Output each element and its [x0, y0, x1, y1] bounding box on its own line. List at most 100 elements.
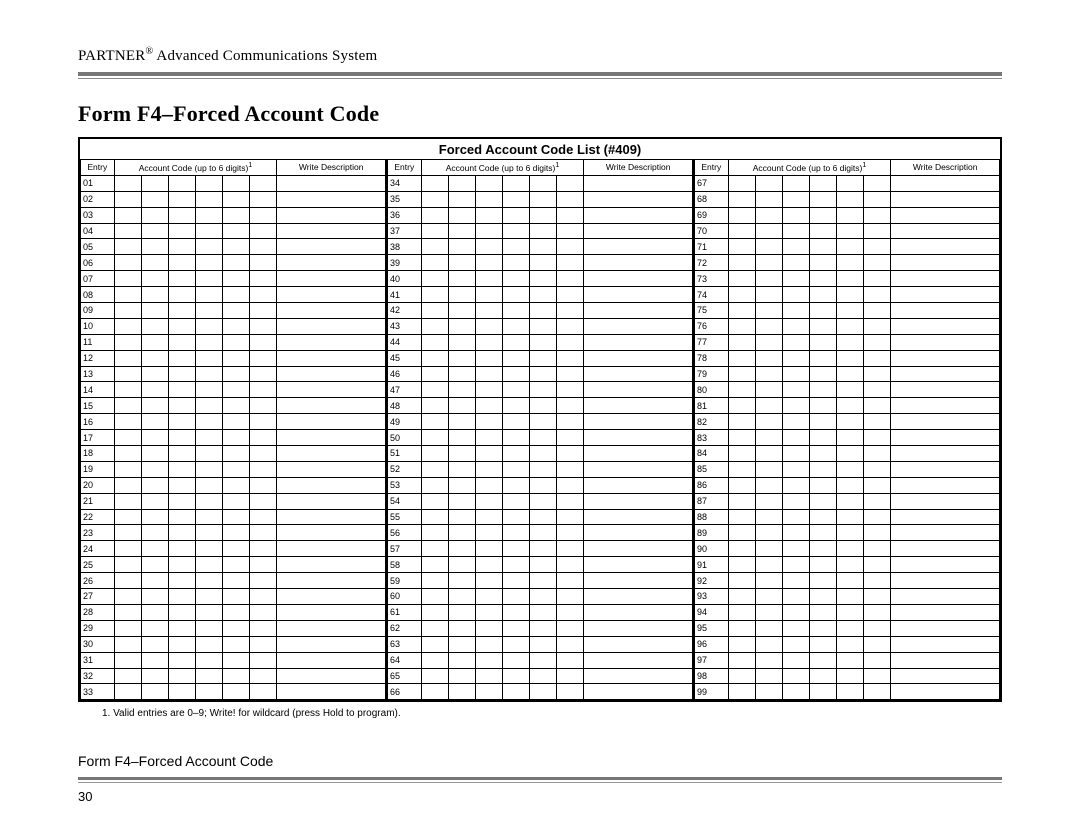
code-digit-cell[interactable]	[502, 366, 529, 382]
code-digit-cell[interactable]	[448, 255, 475, 271]
description-cell[interactable]	[584, 477, 693, 493]
code-digit-cell[interactable]	[837, 684, 864, 700]
code-digit-cell[interactable]	[448, 636, 475, 652]
code-digit-cell[interactable]	[557, 446, 584, 462]
description-cell[interactable]	[277, 318, 386, 334]
code-digit-cell[interactable]	[475, 509, 502, 525]
code-digit-cell[interactable]	[728, 557, 755, 573]
code-digit-cell[interactable]	[421, 175, 448, 191]
description-cell[interactable]	[891, 461, 1000, 477]
code-digit-cell[interactable]	[557, 652, 584, 668]
code-digit-cell[interactable]	[448, 620, 475, 636]
code-digit-cell[interactable]	[421, 684, 448, 700]
code-digit-cell[interactable]	[782, 271, 809, 287]
code-digit-cell[interactable]	[502, 191, 529, 207]
code-digit-cell[interactable]	[195, 303, 222, 319]
description-cell[interactable]	[277, 589, 386, 605]
code-digit-cell[interactable]	[530, 461, 557, 477]
code-digit-cell[interactable]	[864, 589, 891, 605]
code-digit-cell[interactable]	[530, 239, 557, 255]
code-digit-cell[interactable]	[755, 573, 782, 589]
description-cell[interactable]	[277, 271, 386, 287]
code-digit-cell[interactable]	[475, 303, 502, 319]
code-digit-cell[interactable]	[728, 541, 755, 557]
code-digit-cell[interactable]	[837, 541, 864, 557]
description-cell[interactable]	[891, 620, 1000, 636]
code-digit-cell[interactable]	[530, 287, 557, 303]
code-digit-cell[interactable]	[141, 557, 168, 573]
description-cell[interactable]	[584, 318, 693, 334]
code-digit-cell[interactable]	[782, 287, 809, 303]
code-digit-cell[interactable]	[755, 668, 782, 684]
code-digit-cell[interactable]	[114, 668, 141, 684]
description-cell[interactable]	[891, 573, 1000, 589]
description-cell[interactable]	[277, 636, 386, 652]
description-cell[interactable]	[584, 366, 693, 382]
code-digit-cell[interactable]	[421, 525, 448, 541]
code-digit-cell[interactable]	[864, 255, 891, 271]
code-digit-cell[interactable]	[114, 414, 141, 430]
description-cell[interactable]	[277, 461, 386, 477]
code-digit-cell[interactable]	[530, 398, 557, 414]
description-cell[interactable]	[584, 589, 693, 605]
description-cell[interactable]	[584, 255, 693, 271]
code-digit-cell[interactable]	[141, 446, 168, 462]
code-digit-cell[interactable]	[168, 318, 195, 334]
code-digit-cell[interactable]	[250, 509, 277, 525]
code-digit-cell[interactable]	[250, 684, 277, 700]
code-digit-cell[interactable]	[809, 477, 836, 493]
description-cell[interactable]	[277, 668, 386, 684]
code-digit-cell[interactable]	[557, 303, 584, 319]
code-digit-cell[interactable]	[168, 461, 195, 477]
code-digit-cell[interactable]	[557, 573, 584, 589]
code-digit-cell[interactable]	[502, 223, 529, 239]
code-digit-cell[interactable]	[530, 350, 557, 366]
code-digit-cell[interactable]	[250, 430, 277, 446]
code-digit-cell[interactable]	[837, 589, 864, 605]
code-digit-cell[interactable]	[728, 684, 755, 700]
code-digit-cell[interactable]	[114, 589, 141, 605]
code-digit-cell[interactable]	[475, 430, 502, 446]
code-digit-cell[interactable]	[448, 175, 475, 191]
code-digit-cell[interactable]	[250, 350, 277, 366]
code-digit-cell[interactable]	[728, 636, 755, 652]
code-digit-cell[interactable]	[809, 557, 836, 573]
code-digit-cell[interactable]	[809, 636, 836, 652]
code-digit-cell[interactable]	[782, 382, 809, 398]
code-digit-cell[interactable]	[168, 366, 195, 382]
code-digit-cell[interactable]	[728, 620, 755, 636]
code-digit-cell[interactable]	[141, 287, 168, 303]
code-digit-cell[interactable]	[809, 509, 836, 525]
description-cell[interactable]	[277, 620, 386, 636]
code-digit-cell[interactable]	[837, 255, 864, 271]
description-cell[interactable]	[277, 652, 386, 668]
code-digit-cell[interactable]	[475, 382, 502, 398]
code-digit-cell[interactable]	[141, 573, 168, 589]
code-digit-cell[interactable]	[502, 477, 529, 493]
code-digit-cell[interactable]	[502, 414, 529, 430]
code-digit-cell[interactable]	[223, 668, 250, 684]
code-digit-cell[interactable]	[448, 446, 475, 462]
code-digit-cell[interactable]	[223, 366, 250, 382]
code-digit-cell[interactable]	[530, 430, 557, 446]
code-digit-cell[interactable]	[502, 620, 529, 636]
description-cell[interactable]	[277, 477, 386, 493]
description-cell[interactable]	[584, 382, 693, 398]
code-digit-cell[interactable]	[530, 271, 557, 287]
code-digit-cell[interactable]	[728, 334, 755, 350]
code-digit-cell[interactable]	[195, 684, 222, 700]
description-cell[interactable]	[584, 239, 693, 255]
code-digit-cell[interactable]	[475, 287, 502, 303]
code-digit-cell[interactable]	[114, 255, 141, 271]
code-digit-cell[interactable]	[421, 191, 448, 207]
code-digit-cell[interactable]	[114, 334, 141, 350]
description-cell[interactable]	[584, 287, 693, 303]
code-digit-cell[interactable]	[195, 207, 222, 223]
code-digit-cell[interactable]	[141, 620, 168, 636]
code-digit-cell[interactable]	[502, 525, 529, 541]
code-digit-cell[interactable]	[168, 382, 195, 398]
code-digit-cell[interactable]	[755, 652, 782, 668]
code-digit-cell[interactable]	[475, 334, 502, 350]
code-digit-cell[interactable]	[864, 493, 891, 509]
description-cell[interactable]	[584, 461, 693, 477]
